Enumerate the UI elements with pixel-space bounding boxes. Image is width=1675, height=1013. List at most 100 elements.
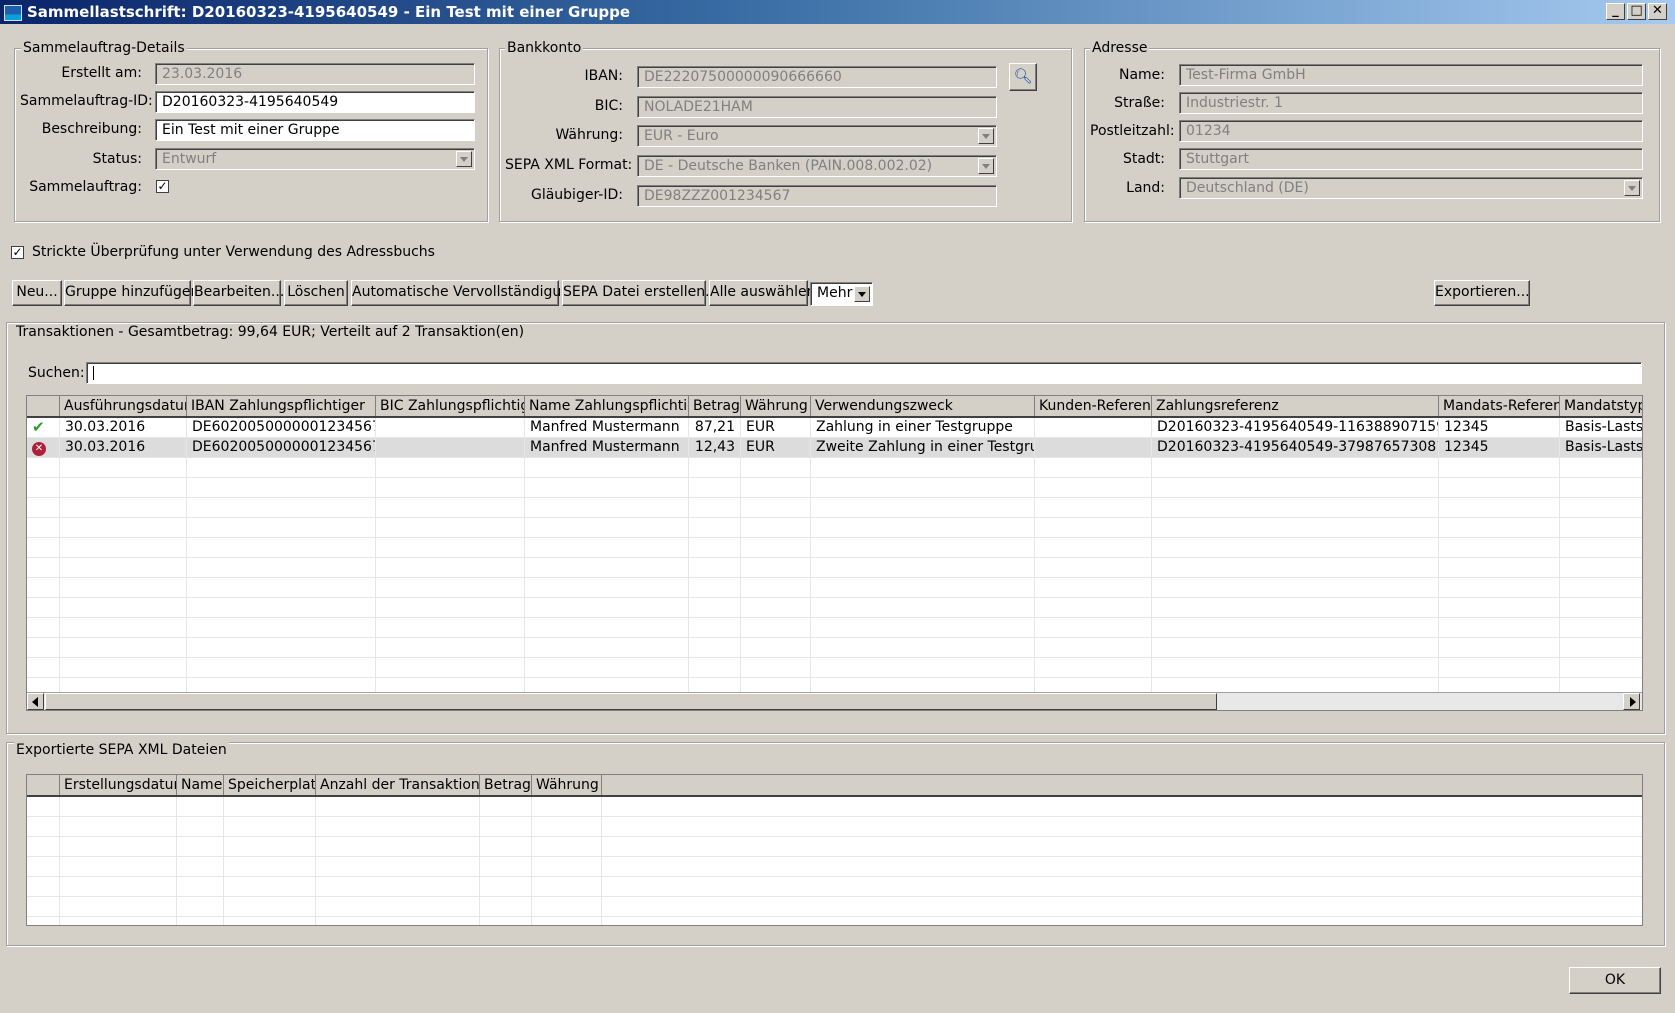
bank-legend: Bankkonto [505,40,584,56]
delete-button[interactable]: Löschen [284,280,348,306]
table-cell: DE60200500000012345678 [187,438,376,457]
new-button[interactable]: Neu... [12,280,62,306]
scroll-right-button[interactable] [1623,693,1640,710]
bic-label: BIC: [594,98,623,114]
table-cell [376,438,525,457]
currency-label: Währung: [555,127,623,143]
app-icon [4,5,22,21]
column-header[interactable]: Ausführungsdatum [60,396,187,416]
column-header[interactable]: Erstellungsdatum [60,775,177,795]
name-label: Name: [1118,67,1165,83]
table-cell: Basis-Lastschrift [1560,418,1642,437]
iban-lookup-button[interactable]: 🔍︎ [1009,63,1037,91]
exports-table: Erstellungsdatum Name Speicherplatz Anzahl … [26,774,1643,926]
maximize-button[interactable]: □ [1627,3,1646,20]
chevron-down-icon[interactable] [978,128,994,144]
table-cell: Basis-Lastschrift [1560,438,1642,457]
empty-row [27,578,1642,598]
city-field[interactable]: Stuttgart [1179,148,1643,170]
table-header: Ausführungsdatum IBAN Zahlungspflichtiger… [27,396,1642,418]
horizontal-scrollbar[interactable] [27,692,1642,710]
scroll-thumb[interactable] [45,693,1217,710]
column-header[interactable]: Zahlungsreferenz [1152,396,1439,416]
description-field[interactable]: Ein Test mit einer Gruppe [155,119,475,141]
description-label: Beschreibung: [41,121,142,137]
table-header: Erstellungsdatum Name Speicherplatz Anzahl … [27,775,1642,797]
format-value: DE - Deutsche Banken (PAIN.008.002.02) [644,158,933,174]
column-header[interactable]: Verwendungszweck [811,396,1035,416]
name-field[interactable]: Test-Firma GmbH [1179,64,1643,86]
column-header[interactable]: Mandatstyp [1560,396,1642,416]
table-cell [376,418,525,437]
details-legend: Sammelauftrag-Details [21,40,187,56]
strict-check-label: Strickte Überprüfung unter Verwendung de… [32,244,435,260]
title-bar: Sammellastschrift: D20160323-4195640549 … [0,0,1675,24]
select-all-button[interactable]: Alle auswählen [709,280,815,306]
status-select[interactable]: Entwurf [155,148,475,170]
edit-button[interactable]: Bearbeiten... [193,280,284,306]
chevron-down-icon[interactable] [854,286,870,302]
created-label: Erstellt am: [61,65,142,81]
format-select[interactable]: DE - Deutsche Banken (PAIN.008.002.02) [637,155,997,177]
chevron-down-icon[interactable] [1624,180,1640,196]
column-header[interactable] [27,775,60,795]
chevron-down-icon[interactable] [978,158,994,174]
column-header[interactable]: Name Zahlungspflichtiger [525,396,689,416]
zip-label: Postleitzahl: [1090,123,1175,139]
chevron-down-icon[interactable] [456,151,472,167]
empty-row [27,598,1642,618]
create-sepa-button[interactable]: SEPA Datei erstellen... [562,280,719,306]
column-header[interactable]: Betrag [480,775,532,795]
address-legend: Adresse [1090,40,1150,56]
column-header[interactable]: IBAN Zahlungspflichtiger [187,396,376,416]
bic-field[interactable]: NOLADE21HAM [637,96,997,118]
close-button[interactable]: ✕ [1648,3,1667,20]
id-field[interactable]: D20160323-4195640549 [155,91,475,113]
iban-field[interactable]: DE22207500000090666660 [637,66,997,88]
country-select[interactable]: Deutschland (DE) [1179,177,1643,199]
table-cell [1035,418,1152,437]
zip-field[interactable]: 01234 [1179,120,1643,142]
search-input[interactable] [86,362,1642,384]
creditor-field[interactable]: DE98ZZZ001234567 [637,185,997,207]
column-header[interactable]: Kunden-Referenz [1035,396,1152,416]
empty-row [27,518,1642,538]
scroll-left-button[interactable] [27,693,44,710]
created-field[interactable]: 23.03.2016 [155,63,475,85]
table-row[interactable]: ✔ 30.03.2016 DE60200500000012345678 Manfred… [27,418,1642,438]
column-header[interactable]: Währung [741,396,811,416]
table-cell: EUR [741,438,811,457]
empty-row [27,857,1642,877]
column-header[interactable]: Anzahl der Transaktionen [316,775,480,795]
batch-label: Sammelauftrag: [29,179,142,195]
table-row[interactable]: ✕ 30.03.2016 DE60200500000012345678 Manfred… [27,438,1642,458]
transactions-table: Ausführungsdatum IBAN Zahlungspflichtiger… [26,395,1643,711]
exports-legend: Exportierte SEPA XML Dateien [14,742,229,758]
empty-row [27,538,1642,558]
minimize-button[interactable]: _ [1606,3,1625,20]
search-icon: 🔍︎ [1013,67,1033,85]
empty-row [27,498,1642,518]
export-button[interactable]: Exportieren... [1434,280,1530,306]
autocomplete-button[interactable]: Automatische Vervollständigung [351,280,579,306]
column-header[interactable]: BIC Zahlungspflichtiger [376,396,525,416]
city-label: Stadt: [1122,151,1165,167]
batch-checkbox[interactable]: ✓ [156,180,169,193]
more-select[interactable]: Mehr [810,282,873,306]
empty-row [27,917,1642,925]
column-header[interactable]: Speicherplatz [224,775,316,795]
transactions-legend: Transaktionen - Gesamtbetrag: 99,64 EUR;… [14,324,527,340]
column-header[interactable]: Betrag [689,396,741,416]
column-header[interactable]: Mandats-Referenz [1439,396,1560,416]
column-header[interactable]: Name [177,775,224,795]
currency-select[interactable]: EUR - Euro [637,125,997,147]
column-header[interactable] [27,396,60,416]
street-field[interactable]: Industriestr. 1 [1179,92,1643,114]
column-header[interactable]: Währung [532,775,602,795]
ok-button[interactable]: OK [1569,967,1661,994]
currency-value: EUR - Euro [644,128,719,144]
status-label: Status: [92,151,142,167]
add-group-button[interactable]: Gruppe hinzufügen [64,280,199,306]
empty-row [27,817,1642,837]
strict-check-checkbox[interactable]: ✓ [11,246,24,259]
